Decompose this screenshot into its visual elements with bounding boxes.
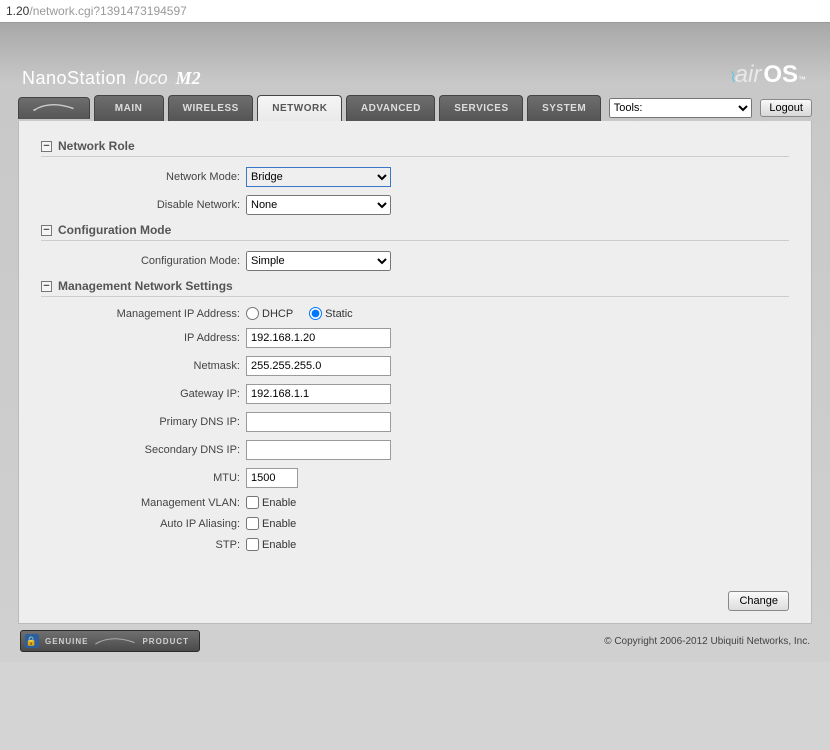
- gateway-label: Gateway IP:: [41, 388, 246, 400]
- tab-home-icon[interactable]: [18, 97, 90, 119]
- airos-logo: ⌇ air OS ™: [730, 61, 806, 89]
- netmask-label: Netmask:: [41, 360, 246, 372]
- ip-mode-static-radio[interactable]: Static: [309, 307, 353, 320]
- browser-address-bar[interactable]: 1.20/network.cgi?1391473194597: [0, 0, 830, 23]
- collapse-icon[interactable]: −: [41, 281, 52, 292]
- mtu-label: MTU:: [41, 472, 246, 484]
- header: NanoStation loco M2 ⌇ air OS ™: [0, 61, 830, 95]
- ip-address-input[interactable]: [246, 328, 391, 348]
- config-mode-label: Configuration Mode:: [41, 255, 246, 267]
- tab-advanced[interactable]: ADVANCED: [346, 95, 435, 121]
- copyright-text: © Copyright 2006-2012 Ubiquiti Networks,…: [604, 636, 810, 647]
- url-path: /network.cgi?1391473194597: [29, 4, 186, 18]
- section-config-mode: − Configuration Mode: [41, 223, 789, 241]
- tab-wireless[interactable]: WIRELESS: [168, 95, 254, 121]
- ip-mode-dhcp-radio[interactable]: DHCP: [246, 307, 293, 320]
- tab-network[interactable]: NETWORK: [257, 95, 342, 121]
- product-name: NanoStation loco M2: [22, 68, 201, 89]
- tab-system[interactable]: SYSTEM: [527, 95, 601, 121]
- tab-main[interactable]: MAIN: [94, 95, 164, 121]
- mtu-input[interactable]: [246, 468, 298, 488]
- url-host: 1.20: [6, 4, 29, 18]
- section-network-role: − Network Role: [41, 139, 789, 157]
- primary-dns-input[interactable]: [246, 412, 391, 432]
- app-window: NanoStation loco M2 ⌇ air OS ™ MAIN WIRE…: [0, 23, 830, 662]
- ip-address-label: IP Address:: [41, 332, 246, 344]
- stp-label: STP:: [41, 539, 246, 551]
- network-mode-select[interactable]: Bridge: [246, 167, 391, 187]
- logout-button[interactable]: Logout: [760, 99, 812, 117]
- collapse-icon[interactable]: −: [41, 225, 52, 236]
- tabs-row: MAIN WIRELESS NETWORK ADVANCED SERVICES …: [0, 95, 830, 121]
- autoip-label: Auto IP Aliasing:: [41, 518, 246, 530]
- autoip-checkbox[interactable]: Enable: [246, 517, 296, 530]
- mgmt-vlan-checkbox[interactable]: Enable: [246, 496, 296, 509]
- netmask-input[interactable]: [246, 356, 391, 376]
- tools-dropdown[interactable]: Tools:: [609, 98, 753, 118]
- network-mode-label: Network Mode:: [41, 171, 246, 183]
- genuine-badge: 🔒 GENUINE PRODUCT: [20, 630, 200, 652]
- collapse-icon[interactable]: −: [41, 141, 52, 152]
- tab-services[interactable]: SERVICES: [439, 95, 523, 121]
- disable-network-label: Disable Network:: [41, 199, 246, 211]
- gateway-input[interactable]: [246, 384, 391, 404]
- ubnt-swoosh-icon: [33, 103, 75, 111]
- disable-network-select[interactable]: None: [246, 195, 391, 215]
- stp-checkbox[interactable]: Enable: [246, 538, 296, 551]
- content-panel: − Network Role Network Mode: Bridge Disa…: [18, 121, 812, 624]
- mgmt-vlan-label: Management VLAN:: [41, 497, 246, 509]
- primary-dns-label: Primary DNS IP:: [41, 416, 246, 428]
- change-button[interactable]: Change: [728, 591, 789, 611]
- lock-icon: 🔒: [25, 634, 39, 648]
- footer: 🔒 GENUINE PRODUCT © Copyright 2006-2012 …: [0, 624, 830, 652]
- secondary-dns-label: Secondary DNS IP:: [41, 444, 246, 456]
- config-mode-select[interactable]: Simple: [246, 251, 391, 271]
- ubnt-swoosh-icon: [94, 637, 136, 645]
- mgmt-ip-mode-label: Management IP Address:: [41, 308, 246, 320]
- secondary-dns-input[interactable]: [246, 440, 391, 460]
- section-mgmt-settings: − Management Network Settings: [41, 279, 789, 297]
